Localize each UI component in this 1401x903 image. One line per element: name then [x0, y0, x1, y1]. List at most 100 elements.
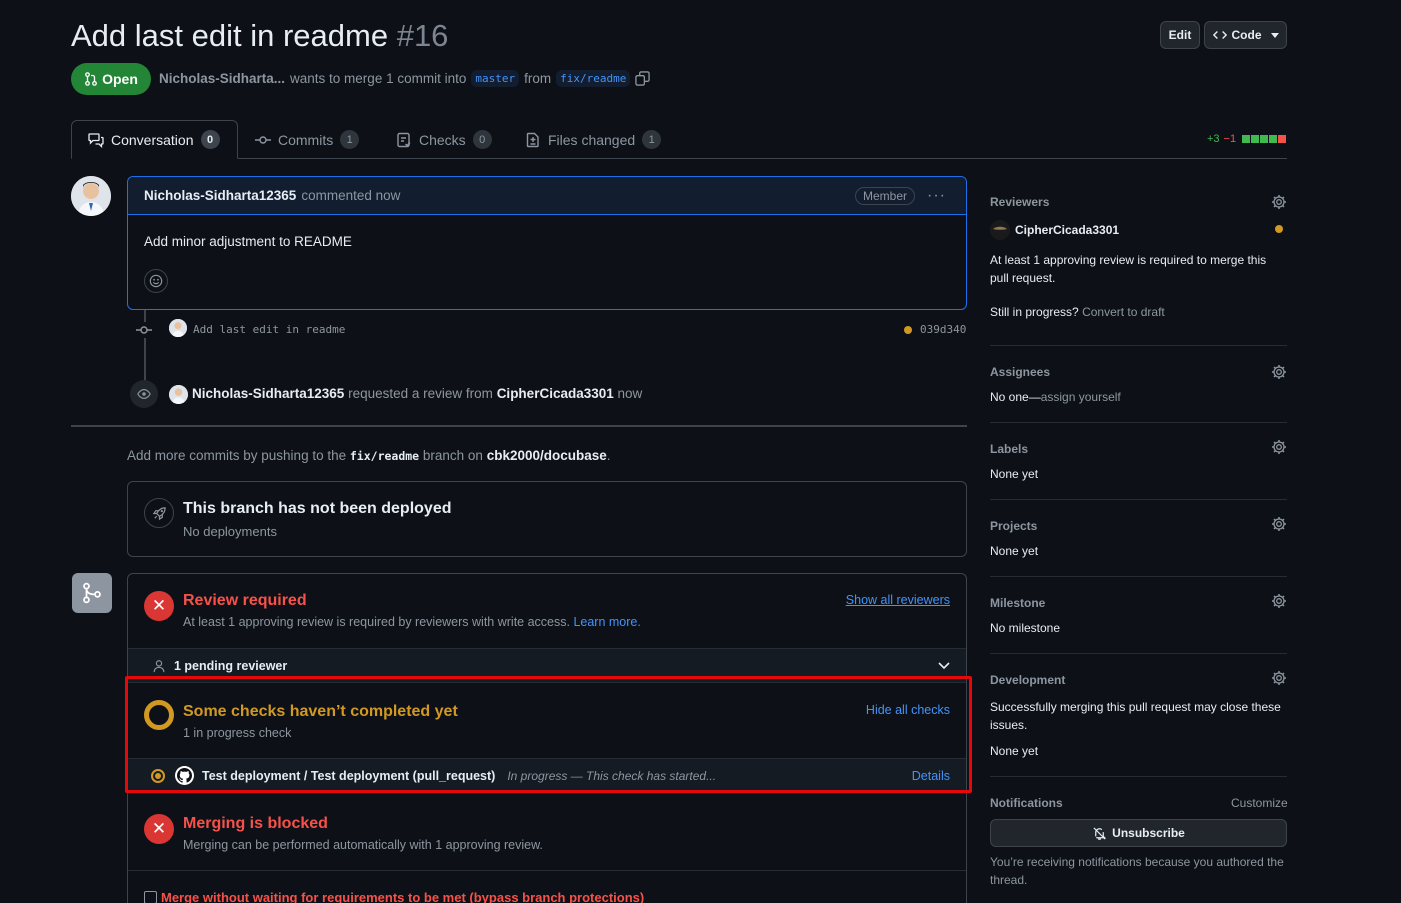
- tab-files-changed[interactable]: Files changed 1: [525, 120, 662, 159]
- diffstat: +3 −1: [1207, 133, 1287, 145]
- check-details-link[interactable]: Details: [912, 769, 950, 783]
- caret-down-icon: [1270, 32, 1279, 38]
- push-hint-pre: Add more commits by pushing to the: [127, 448, 347, 463]
- diffstat-block: [1260, 135, 1269, 143]
- checklist-icon: [396, 132, 412, 148]
- bypass-label[interactable]: Merge without waiting for requirements t…: [161, 890, 644, 903]
- reviewers-note: At least 1 approving review is required …: [990, 253, 1267, 285]
- diffstat-block: [1242, 135, 1251, 143]
- assignees-gear-icon[interactable]: [1271, 364, 1287, 380]
- tab-commits[interactable]: Commits 1: [255, 120, 360, 159]
- base-branch[interactable]: master: [471, 70, 520, 87]
- code-icon: [1212, 28, 1227, 42]
- reviewer-row[interactable]: CipherCicada3301: [990, 220, 1119, 240]
- diffstat-block: [1269, 135, 1278, 143]
- pending-status-dot[interactable]: [904, 326, 912, 334]
- notifications-note: You’re receiving notifications because y…: [990, 855, 1284, 887]
- state-label: Open: [102, 71, 138, 87]
- comment-card: Nicholas-Sidharta12365 commented now Mem…: [127, 176, 967, 310]
- assignees-label: Assignees: [990, 365, 1051, 379]
- push-hint-branch: fix/readme: [349, 449, 420, 463]
- learn-more-link[interactable]: Learn more.: [573, 615, 640, 629]
- pr-number: #16: [396, 18, 449, 53]
- merging-blocked-desc: Merging can be performed automatically w…: [183, 838, 543, 852]
- diffstat-deletions: −1: [1223, 133, 1237, 145]
- review-required-desc-row: At least 1 approving review is required …: [183, 615, 641, 629]
- projects-gear-icon[interactable]: [1271, 516, 1287, 532]
- labels-gear-icon[interactable]: [1271, 439, 1287, 455]
- convert-to-draft-link[interactable]: Convert to draft: [1082, 305, 1165, 319]
- development-gear-icon[interactable]: [1271, 670, 1287, 686]
- diffstat-additions: +3: [1207, 133, 1220, 145]
- kebab-horizontal-icon[interactable]: ···: [927, 187, 946, 205]
- development-value: None yet: [990, 744, 1039, 758]
- tabs-divider: [71, 158, 1287, 159]
- author-avatar[interactable]: [71, 176, 111, 216]
- requester-name[interactable]: Nicholas-Sidharta12365: [192, 386, 344, 401]
- review-pending-dot: [1275, 225, 1283, 233]
- tab-files-count: 1: [642, 130, 662, 149]
- development-note: Successfully merging this pull request m…: [990, 700, 1281, 732]
- sidebar-divider: [990, 653, 1287, 654]
- tab-commits-count: 1: [340, 130, 360, 149]
- file-diff-icon: [525, 132, 541, 148]
- code-button[interactable]: Code: [1204, 21, 1287, 49]
- tab-conversation-count: 0: [200, 130, 220, 149]
- repo-link[interactable]: cbk2000/docubase: [487, 448, 607, 463]
- github-icon: [175, 766, 194, 785]
- pending-reviewer-row[interactable]: 1 pending reviewer: [128, 648, 966, 682]
- person-icon: [152, 659, 166, 673]
- comment-header: Nicholas-Sidharta12365 commented now Mem…: [128, 177, 966, 215]
- review-request-event: Nicholas-Sidharta12365 requested a revie…: [192, 386, 642, 401]
- commit-message[interactable]: Add last edit in readme: [193, 323, 345, 336]
- from-text: from: [524, 71, 552, 86]
- head-branch[interactable]: fix/readme: [556, 70, 631, 87]
- sidebar-divider: [990, 499, 1287, 500]
- merging-blocked-title: Merging is blocked: [183, 815, 328, 832]
- assign-yourself-link[interactable]: assign yourself: [1041, 390, 1121, 404]
- pull-request-icon: [84, 72, 98, 86]
- state-badge: Open: [71, 63, 151, 95]
- tab-checks[interactable]: Checks 0: [396, 120, 492, 159]
- chevron-down-icon[interactable]: [938, 661, 950, 670]
- checks-section: Some checks haven’t completed yet 1 in p…: [128, 682, 966, 758]
- unsubscribe-button[interactable]: Unsubscribe: [990, 819, 1287, 847]
- assignees-value: No one—: [990, 390, 1041, 404]
- sidebar-divider: [990, 576, 1287, 577]
- push-hint-post: .: [606, 448, 611, 463]
- reviewers-gear-icon[interactable]: [1271, 194, 1287, 210]
- timeline-end-divider: [71, 425, 967, 427]
- edit-button-label: Edit: [1168, 28, 1192, 42]
- review-required-title: Review required: [183, 592, 307, 609]
- requester-avatar[interactable]: [169, 385, 188, 404]
- copy-icon[interactable]: [635, 71, 651, 86]
- comment-action: commented now: [301, 188, 401, 203]
- milestone-gear-icon[interactable]: [1271, 593, 1287, 609]
- check-run-row: Test deployment / Test deployment (pull_…: [128, 758, 966, 792]
- pending-reviewer-label: 1 pending reviewer: [174, 658, 288, 673]
- merge-text: wants to merge 1 commit into: [290, 71, 467, 86]
- bell-slash-icon: [1092, 826, 1107, 841]
- show-all-reviewers-link[interactable]: Show all reviewers: [846, 593, 950, 607]
- requested-reviewer[interactable]: CipherCicada3301: [497, 386, 614, 401]
- commit-author-avatar[interactable]: [169, 319, 187, 337]
- sidebar-divider: [990, 776, 1287, 777]
- reviewer-name: CipherCicada3301: [1015, 223, 1120, 237]
- labels-value: None yet: [990, 467, 1039, 481]
- pr-author-link[interactable]: Nicholas-Sidharta...: [159, 71, 285, 86]
- in-progress-icon: [151, 768, 165, 783]
- tab-conversation[interactable]: Conversation 0: [71, 120, 238, 159]
- pr-title: Add last edit in readme #16: [71, 18, 448, 54]
- commit-sha[interactable]: 039d340: [920, 323, 966, 336]
- customize-link[interactable]: Customize: [1231, 796, 1288, 810]
- tab-checks-count: 0: [472, 130, 492, 149]
- diffstat-block: [1251, 135, 1260, 143]
- edit-button[interactable]: Edit: [1160, 21, 1200, 49]
- smiley-icon[interactable]: [144, 269, 168, 293]
- rocket-icon: [144, 498, 174, 528]
- hide-all-checks-link[interactable]: Hide all checks: [866, 703, 950, 717]
- sidebar-divider: [990, 422, 1287, 423]
- bypass-checkbox[interactable]: [144, 891, 157, 903]
- comment-author[interactable]: Nicholas-Sidharta12365: [144, 188, 296, 203]
- draft-row: Still in progress? Convert to draft: [990, 305, 1165, 319]
